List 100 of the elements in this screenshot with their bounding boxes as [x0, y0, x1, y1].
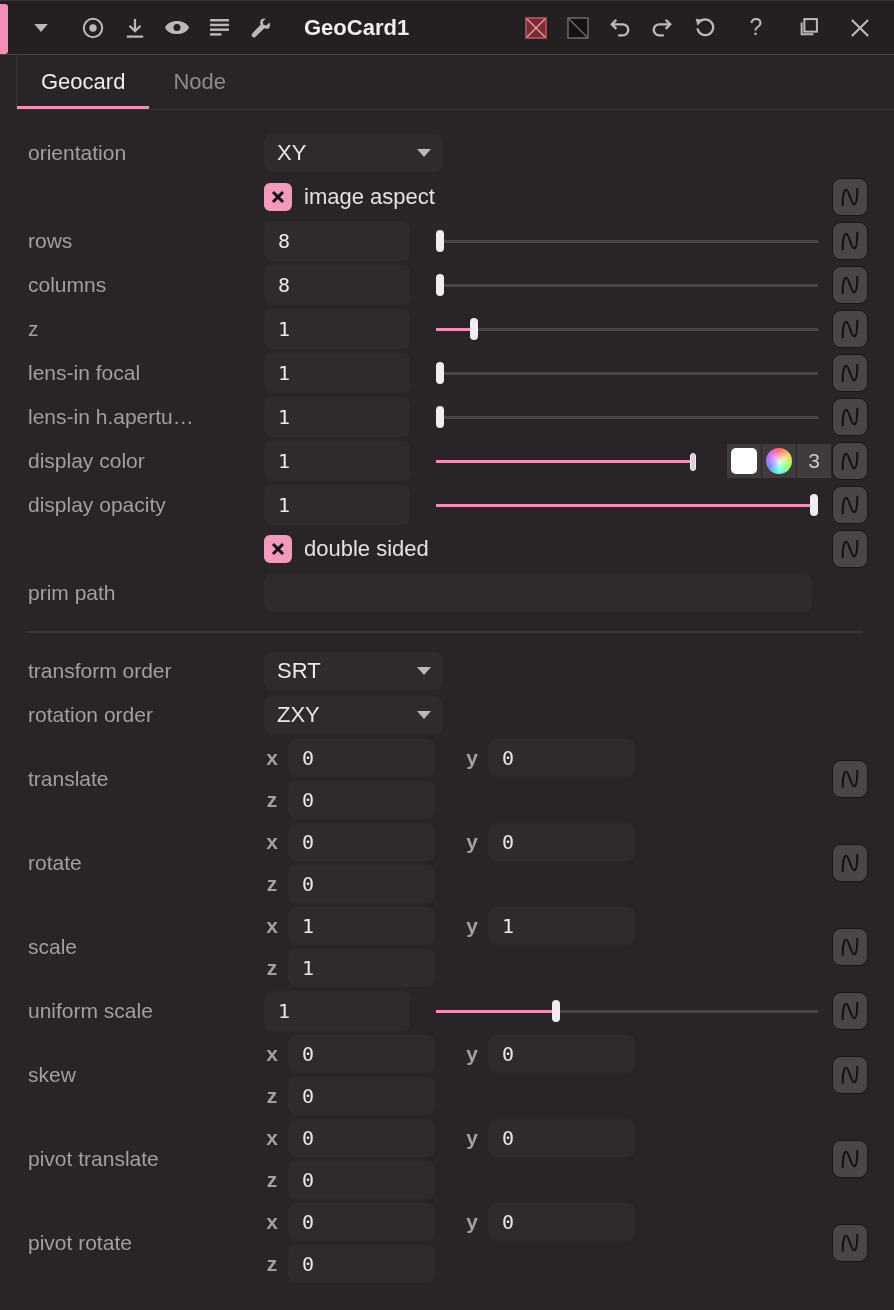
param-label: lens-in focal: [28, 361, 142, 385]
number-field[interactable]: 0: [488, 1035, 635, 1073]
param-label: lens-in h.apertu…: [28, 405, 195, 429]
param-label: orientation: [28, 141, 128, 165]
param-label: columns: [28, 273, 108, 297]
number-field[interactable]: 0: [288, 1203, 435, 1241]
close-icon: [851, 18, 869, 37]
number-field[interactable]: 0: [288, 1035, 435, 1073]
number-field[interactable]: 1: [264, 441, 410, 481]
checkbox[interactable]: [264, 183, 292, 211]
param-label: prim path: [28, 581, 117, 605]
number-field[interactable]: 0: [288, 823, 435, 861]
checkbox-label: image aspect: [304, 184, 435, 210]
accent-bar: [0, 4, 8, 54]
number-field[interactable]: 0: [288, 739, 435, 777]
slider-thumb[interactable]: [690, 453, 696, 471]
axis-label: y: [465, 1210, 479, 1234]
x-mark-icon: [271, 190, 285, 204]
caret-down-icon: [32, 21, 50, 34]
axis-label: x: [265, 1042, 279, 1066]
axis-label: z: [265, 1084, 279, 1108]
number-field[interactable]: 1: [264, 397, 410, 437]
param-label: rotate: [28, 851, 83, 875]
number-field[interactable]: 0: [288, 1119, 435, 1157]
slider-thumb[interactable]: [436, 274, 444, 296]
param-label: display opacity: [28, 493, 167, 517]
number-field[interactable]: 1: [264, 991, 410, 1031]
checkbox[interactable]: [264, 535, 292, 563]
axis-label: y: [465, 1126, 479, 1150]
axis-label: z: [265, 788, 279, 812]
number-field[interactable]: 0: [288, 1245, 435, 1283]
param-label: display color: [28, 449, 146, 473]
tab[interactable]: Geocard: [17, 55, 150, 109]
undo-icon: [609, 16, 631, 39]
dropdown[interactable]: XY: [264, 134, 443, 172]
target-icon: [82, 16, 104, 39]
slider-thumb[interactable]: [436, 406, 444, 428]
download-icon: [125, 17, 145, 38]
number-field[interactable]: 0: [488, 739, 635, 777]
number-field[interactable]: 0: [288, 1077, 435, 1115]
param-label: skew: [28, 1063, 77, 1087]
color-wheel-icon[interactable]: [766, 448, 792, 474]
number-field[interactable]: 0: [288, 781, 435, 819]
number-field[interactable]: 1: [488, 907, 635, 945]
axis-label: x: [265, 1210, 279, 1234]
lines-icon: [209, 19, 229, 36]
param-label: uniform scale: [28, 999, 154, 1023]
slider-thumb[interactable]: [436, 230, 444, 252]
param-label: pivot translate: [28, 1147, 160, 1171]
wrench-icon: [251, 17, 271, 38]
dropdown[interactable]: SRT: [264, 652, 443, 690]
param-label: scale: [28, 935, 79, 959]
dropdown[interactable]: ZXY: [264, 696, 443, 734]
axis-label: z: [265, 872, 279, 896]
restore-icon: [798, 17, 818, 38]
number-field[interactable]: 0: [488, 1119, 635, 1157]
slider-thumb[interactable]: [551, 1000, 560, 1022]
axis-label: x: [265, 746, 279, 770]
number-field[interactable]: 0: [288, 865, 435, 903]
axis-label: x: [265, 914, 279, 938]
help-button[interactable]: ?: [735, 6, 777, 49]
number-field[interactable]: 8: [264, 221, 410, 261]
axis-label: z: [265, 956, 279, 980]
number-field[interactable]: 1: [264, 353, 410, 393]
number-field[interactable]: 1: [264, 485, 410, 525]
channel-count: 3: [808, 449, 820, 473]
checkbox-label: double sided: [304, 536, 429, 562]
slider-thumb[interactable]: [469, 318, 478, 340]
redo-icon: [651, 16, 673, 39]
window-title: GeoCard1: [304, 14, 411, 41]
slashed-box-icon: [567, 16, 589, 39]
param-label: rotation order: [28, 703, 154, 727]
slider-thumb[interactable]: [436, 362, 444, 384]
caret-down-icon: [417, 667, 431, 675]
number-field[interactable]: 8: [264, 265, 410, 305]
number-field[interactable]: 1: [264, 309, 410, 349]
param-label: transform order: [28, 659, 173, 683]
color-swatch[interactable]: [731, 448, 757, 474]
x-mark-icon: [271, 542, 285, 556]
param-label: z: [28, 317, 40, 341]
reload-icon: [693, 17, 715, 38]
caret-down-icon: [417, 149, 431, 157]
tab[interactable]: Node: [149, 55, 250, 109]
axis-label: y: [465, 1042, 479, 1066]
param-label: pivot rotate: [28, 1231, 133, 1255]
caret-down-icon: [417, 711, 431, 719]
axis-label: z: [265, 1168, 279, 1192]
number-field[interactable]: 1: [288, 949, 435, 987]
axis-label: y: [465, 830, 479, 854]
axis-label: y: [465, 914, 479, 938]
param-label: rows: [28, 229, 74, 253]
axis-label: x: [265, 1126, 279, 1150]
number-field[interactable]: 0: [488, 1203, 635, 1241]
number-field[interactable]: 0: [288, 1161, 435, 1199]
number-field[interactable]: 0: [488, 823, 635, 861]
slider-thumb[interactable]: [810, 494, 818, 516]
eye-icon: [165, 20, 189, 35]
number-field[interactable]: 1: [288, 907, 435, 945]
axis-label: z: [265, 1252, 279, 1276]
param-label: translate: [28, 767, 110, 791]
